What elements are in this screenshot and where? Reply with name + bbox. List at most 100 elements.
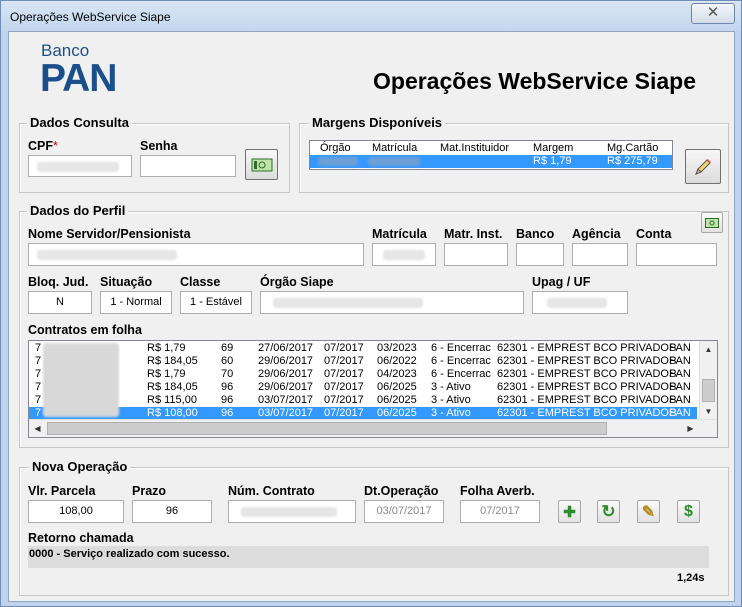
perfil-card-button[interactable]	[701, 212, 723, 233]
situacao-input[interactable]: 1 - Normal	[100, 291, 172, 314]
money-card-icon	[705, 217, 719, 228]
num-contrato-input[interactable]	[228, 500, 356, 523]
inicio-cell: 07/2017	[324, 355, 364, 367]
required-mark: *	[53, 139, 58, 153]
pencil-icon	[695, 158, 711, 175]
dados-consulta-legend: Dados Consulta	[27, 115, 132, 130]
agencia-input[interactable]	[572, 243, 628, 266]
banco-cell: PAN	[669, 368, 691, 380]
contrato-id-cell: 7	[35, 368, 42, 380]
classe-input[interactable]: 1 - Estável	[180, 291, 252, 314]
orgao-siape-redacted	[273, 298, 423, 308]
close-button[interactable]: ✕	[691, 3, 735, 24]
add-operation-button[interactable]: ✚	[558, 500, 581, 523]
orgao-siape-label: Órgão Siape	[260, 275, 334, 289]
contratos-vertical-scrollbar[interactable]: ▲ ▼	[699, 341, 717, 420]
prazo-cell: 69	[221, 342, 234, 354]
contrato-row[interactable]: 7 R$ 1,79 70 29/06/2017 07/2017 04/2023 6 - En…	[29, 368, 697, 381]
contrato-row[interactable]: 7 R$ 184,05 96 29/06/2017 07/2017 06/2025 3 - …	[29, 381, 697, 394]
edit-margem-button[interactable]	[685, 149, 721, 184]
fim-cell: 03/2023	[377, 342, 417, 354]
bloq-jud-input[interactable]: N	[28, 291, 92, 314]
fim-cell: 04/2023	[377, 368, 417, 380]
horizontal-scroll-thumb[interactable]	[47, 422, 607, 435]
plus-icon: ✚	[563, 503, 576, 521]
rubrica-cell: 62301 - EMPREST BCO PRIVADOS	[497, 355, 677, 367]
bloq-jud-label: Bloq. Jud.	[28, 275, 89, 289]
matr-inst-input[interactable]	[444, 243, 508, 266]
senha-label: Senha	[140, 139, 178, 153]
col-margem: Margem	[533, 142, 574, 154]
cpf-label: CPF*	[28, 139, 58, 153]
contratos-label: Contratos em folha	[28, 323, 142, 337]
rubrica-cell: 62301 - EMPREST BCO PRIVADOS	[497, 381, 677, 393]
agencia-label: Agência	[572, 227, 621, 241]
pencil-icon: ✎	[641, 503, 656, 521]
contrato-row[interactable]: 7 R$ 1,79 69 27/06/2017 07/2017 03/2023 6 - En…	[29, 342, 697, 355]
matr-inst-label: Matr. Inst.	[444, 227, 503, 241]
valor-cell: R$ 1,79	[147, 368, 186, 380]
prazo-cell: 70	[221, 368, 234, 380]
fim-cell: 06/2025	[377, 381, 417, 393]
nome-value-redacted	[37, 250, 177, 260]
edit-operation-button[interactable]: ✎	[637, 500, 660, 523]
nova-operacao-legend: Nova Operação	[29, 459, 131, 474]
refresh-icon: ↻	[601, 501, 616, 521]
consultar-button[interactable]	[245, 149, 278, 180]
matricula-input[interactable]	[372, 243, 436, 266]
banco-label: Banco	[516, 227, 555, 241]
cpf-input[interactable]	[28, 155, 132, 177]
nome-label: Nome Servidor/Pensionista	[28, 227, 191, 241]
data-inclusao-cell: 29/06/2017	[258, 355, 314, 367]
contratos-list[interactable]: 7 R$ 1,79 69 27/06/2017 07/2017 03/2023 6 - En…	[28, 340, 718, 438]
retorno-message: 0000 - Serviço realizado com sucesso.	[29, 548, 230, 560]
inicio-cell: 07/2017	[324, 381, 364, 393]
status-cell: 3 - Ativo	[431, 394, 471, 406]
inicio-cell: 07/2017	[324, 342, 364, 354]
scroll-down-icon[interactable]: ▼	[701, 404, 716, 419]
mg-cartao-value: R$ 275,79	[607, 155, 658, 167]
dt-operacao-input[interactable]: 03/07/2017	[364, 500, 444, 523]
situacao-label: Situação	[100, 275, 153, 289]
contrato-row[interactable]: 7 R$ 184,05 60 29/06/2017 07/2017 06/2022 6 - …	[29, 355, 697, 368]
money-button[interactable]: $	[677, 500, 700, 523]
senha-input[interactable]	[140, 155, 236, 177]
num-contrato-label: Núm. Contrato	[228, 484, 315, 498]
refresh-button[interactable]: ↻	[597, 500, 620, 523]
upag-uf-input[interactable]	[532, 291, 628, 314]
prazo-label: Prazo	[132, 484, 167, 498]
dollar-icon: $	[684, 502, 693, 520]
scroll-up-icon[interactable]: ▲	[701, 342, 716, 357]
nome-input[interactable]	[28, 243, 364, 266]
contratos-horizontal-scrollbar[interactable]: ◀ ▶	[29, 419, 717, 437]
scroll-right-icon[interactable]: ▶	[683, 421, 698, 436]
folha-averb-input[interactable]: 07/2017	[460, 500, 540, 523]
orgao-siape-input[interactable]	[260, 291, 524, 314]
col-orgao: Órgão	[320, 142, 351, 154]
banco-cell: PAN	[669, 342, 691, 354]
upag-uf-label: Upag / UF	[532, 275, 591, 289]
orgao-redacted	[318, 157, 358, 166]
data-inclusao-cell: 29/06/2017	[258, 381, 314, 393]
col-matricula: Matrícula	[372, 142, 418, 154]
retorno-label: Retorno chamada	[28, 531, 134, 545]
status-cell: 6 - Encerrac	[431, 342, 491, 354]
vlr-parcela-label: Vlr. Parcela	[28, 484, 96, 498]
valor-cell: R$ 115,00	[147, 394, 197, 406]
prazo-cell: 96	[221, 394, 234, 406]
banco-cell: PAN	[669, 355, 691, 367]
prazo-input[interactable]: 96	[132, 500, 212, 523]
dados-perfil-legend: Dados do Perfil	[27, 203, 129, 218]
banco-cell: PAN	[669, 381, 691, 393]
margens-list[interactable]: Órgão Matrícula Mat.Instituidor Margem M…	[309, 140, 673, 170]
vertical-scroll-thumb[interactable]	[702, 379, 715, 402]
banco-input[interactable]	[516, 243, 564, 266]
page-title: Operações WebService Siape	[373, 68, 697, 94]
scroll-left-icon[interactable]: ◀	[30, 421, 45, 436]
margem-value: R$ 1,79	[533, 155, 572, 167]
margens-row[interactable]: R$ 1,79 R$ 275,79	[310, 155, 672, 168]
conta-label: Conta	[636, 227, 672, 241]
contrato-row[interactable]: 7 R$ 115,00 96 03/07/2017 07/2017 06/2025 3 - …	[29, 394, 697, 407]
vlr-parcela-input[interactable]: 108,00	[28, 500, 124, 523]
conta-input[interactable]	[636, 243, 717, 266]
